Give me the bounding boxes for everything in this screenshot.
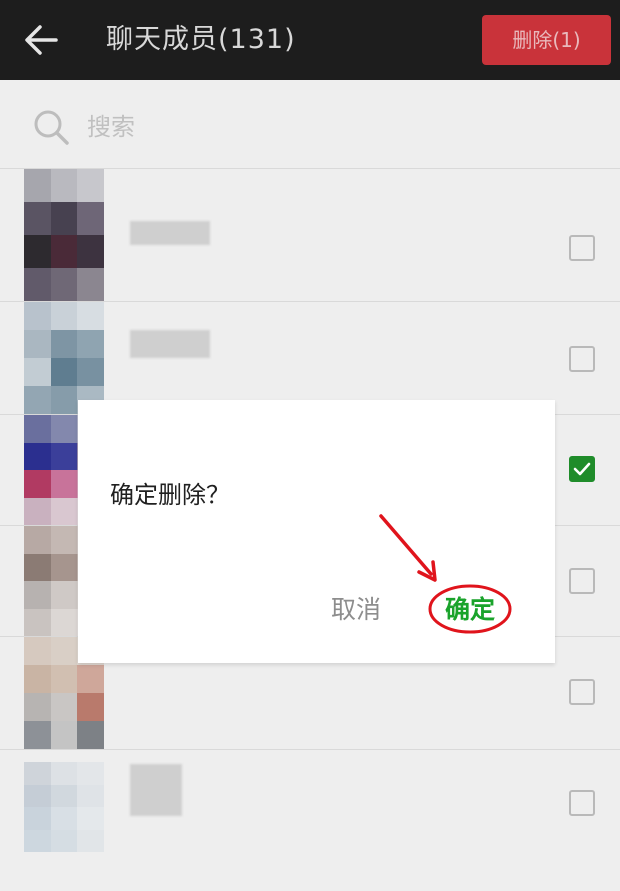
arrow-left-icon [25,25,58,55]
member-checkbox-checked[interactable] [569,456,595,482]
member-name-blurred [130,764,182,816]
highlight-circle-annotation [428,584,512,634]
search-bar[interactable]: 搜索 [0,80,620,169]
member-checkbox[interactable] [569,790,595,816]
member-row[interactable] [0,302,620,415]
member-row[interactable] [0,169,620,302]
member-name-blurred [130,330,210,358]
search-icon [34,110,69,145]
top-bar: 聊天成员(131) 删除(1) [0,0,620,80]
member-checkbox[interactable] [569,568,595,594]
member-checkbox[interactable] [569,346,595,372]
avatar [24,302,104,414]
cancel-button[interactable]: 取消 [331,592,381,628]
avatar [24,762,104,852]
member-checkbox[interactable] [569,679,595,705]
checkmark-icon [573,462,591,476]
page-title: 聊天成员(131) [106,24,296,55]
avatar [24,169,104,301]
member-checkbox[interactable] [569,235,595,261]
member-name-blurred [130,221,210,245]
arrow-annotation-icon [379,514,437,582]
dialog-message: 确定删除？ [110,481,230,509]
back-button[interactable] [22,22,62,58]
delete-button[interactable]: 删除(1) [482,15,611,65]
search-input[interactable]: 搜索 [87,110,135,144]
member-row[interactable] [0,750,620,891]
